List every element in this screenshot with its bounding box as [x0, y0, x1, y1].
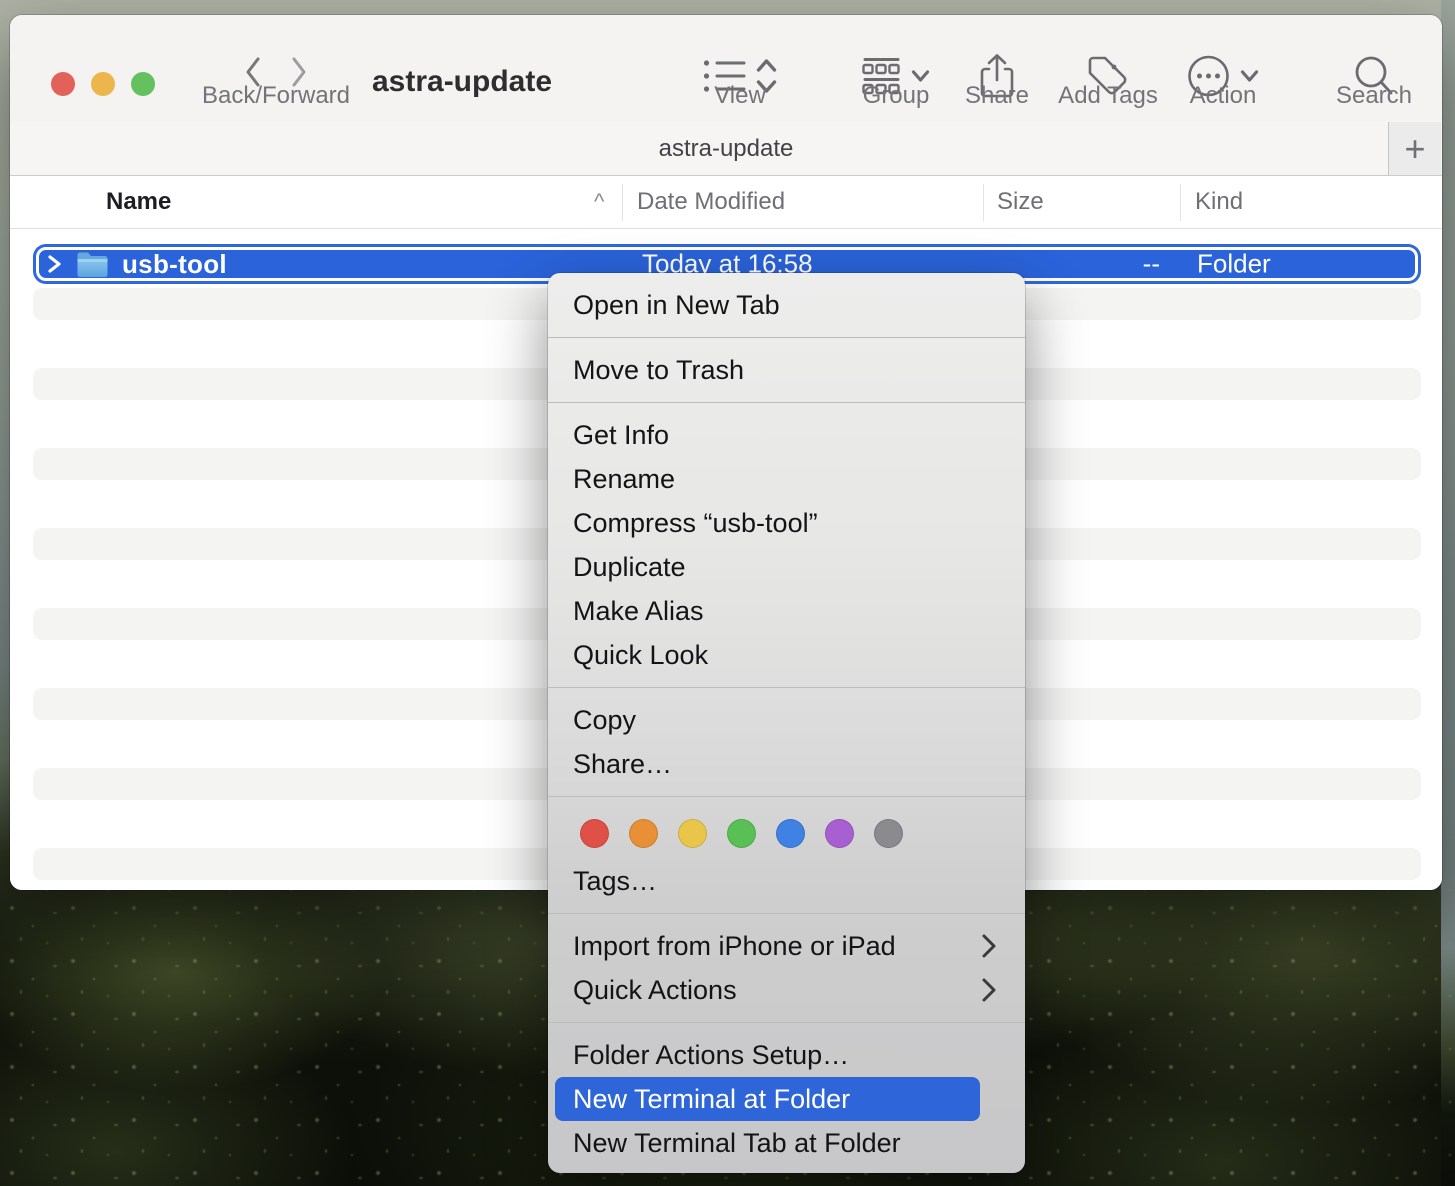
back-forward-group: Back/Forward: [198, 15, 354, 122]
add-tags-button[interactable]: Add Tags: [1050, 15, 1166, 122]
window-title: astra-update: [362, 65, 562, 99]
menu-separator: [548, 796, 1025, 797]
new-tab-button[interactable]: +: [1388, 122, 1441, 175]
menu-separator: [548, 913, 1025, 914]
green-tag-button[interactable]: [727, 819, 756, 848]
action-dropdown-chevron-icon: [1240, 69, 1260, 83]
view-button[interactable]: View: [678, 15, 802, 122]
blue-tag-button[interactable]: [776, 819, 805, 848]
minimize-window-button[interactable]: [91, 72, 115, 96]
menu-item-rename[interactable]: Rename: [548, 457, 1025, 501]
yellow-tag-button[interactable]: [678, 819, 707, 848]
menu-item-get-info[interactable]: Get Info: [548, 413, 1025, 457]
group-dropdown-chevron-icon: [911, 69, 931, 83]
view-label: View: [714, 82, 766, 110]
column-header-date-modified[interactable]: Date Modified: [637, 188, 785, 216]
file-name: usb-tool: [122, 249, 227, 280]
menu-item-tags[interactable]: Tags…: [548, 859, 1025, 903]
menu-item-make-alias[interactable]: Make Alias: [548, 589, 1025, 633]
context-menu: Open in New Tab Move to Trash Get InfoRena…: [548, 273, 1025, 1173]
action-label: Action: [1190, 82, 1257, 110]
menu-item-share[interactable]: Share…: [548, 742, 1025, 786]
file-size: --: [1080, 249, 1160, 280]
close-window-button[interactable]: [51, 72, 75, 96]
zoom-window-button[interactable]: [131, 72, 155, 96]
column-divider[interactable]: [1180, 184, 1181, 221]
group-button[interactable]: Group: [834, 15, 958, 122]
column-header-kind[interactable]: Kind: [1195, 188, 1243, 216]
menu-item-folder-actions-setup[interactable]: Folder Actions Setup…: [548, 1033, 1025, 1077]
add-tags-label: Add Tags: [1058, 82, 1158, 110]
menu-item-move-to-trash[interactable]: Move to Trash: [548, 348, 1025, 392]
traffic-lights: [51, 72, 155, 96]
sort-ascending-icon: ^: [594, 189, 604, 215]
menu-item-compress-usb-tool[interactable]: Compress “usb-tool”: [548, 501, 1025, 545]
column-header-row: Name ^ Date Modified Size Kind: [10, 176, 1442, 229]
submenu-chevron-icon: [981, 924, 997, 968]
group-label: Group: [863, 82, 930, 110]
menu-item-import-from-iphone-or-ipad[interactable]: Import from iPhone or iPad: [548, 924, 1025, 968]
column-divider[interactable]: [983, 184, 984, 221]
orange-tag-button[interactable]: [629, 819, 658, 848]
menu-item-quick-actions[interactable]: Quick Actions: [548, 968, 1025, 1012]
column-divider[interactable]: [622, 184, 623, 221]
red-tag-button[interactable]: [580, 819, 609, 848]
tab-bar: astra-update +: [10, 122, 1442, 176]
share-label: Share: [965, 82, 1029, 110]
menu-item-new-terminal-tab-at-folder[interactable]: New Terminal Tab at Folder: [548, 1121, 1025, 1165]
file-kind: Folder: [1197, 249, 1271, 280]
menu-separator: [548, 402, 1025, 403]
purple-tag-button[interactable]: [825, 819, 854, 848]
tag-color-row: [548, 807, 1025, 859]
disclosure-chevron-icon[interactable]: [47, 254, 62, 274]
menu-separator: [548, 337, 1025, 338]
search-label: Search: [1336, 82, 1412, 110]
submenu-chevron-icon: [981, 968, 997, 1012]
gray-tag-button[interactable]: [874, 819, 903, 848]
share-button[interactable]: Share: [954, 15, 1040, 122]
menu-item-duplicate[interactable]: Duplicate: [548, 545, 1025, 589]
folder-icon: [76, 251, 109, 278]
tab-astra-update[interactable]: astra-update: [10, 122, 1442, 175]
menu-item-copy[interactable]: Copy: [548, 698, 1025, 742]
column-header-size[interactable]: Size: [997, 188, 1044, 216]
menu-item-open-in-new-tab[interactable]: Open in New Tab: [548, 283, 1025, 327]
search-button[interactable]: Search: [1322, 15, 1426, 122]
action-button[interactable]: Action: [1170, 15, 1276, 122]
menu-separator: [548, 1022, 1025, 1023]
menu-item-quick-look[interactable]: Quick Look: [548, 633, 1025, 677]
toolbar: Back/Forward astra-update: [10, 15, 1442, 122]
back-forward-label: Back/Forward: [202, 82, 350, 110]
menu-separator: [548, 687, 1025, 688]
menu-item-new-terminal-at-folder[interactable]: New Terminal at Folder: [555, 1077, 980, 1121]
column-header-name[interactable]: Name: [106, 188, 171, 216]
